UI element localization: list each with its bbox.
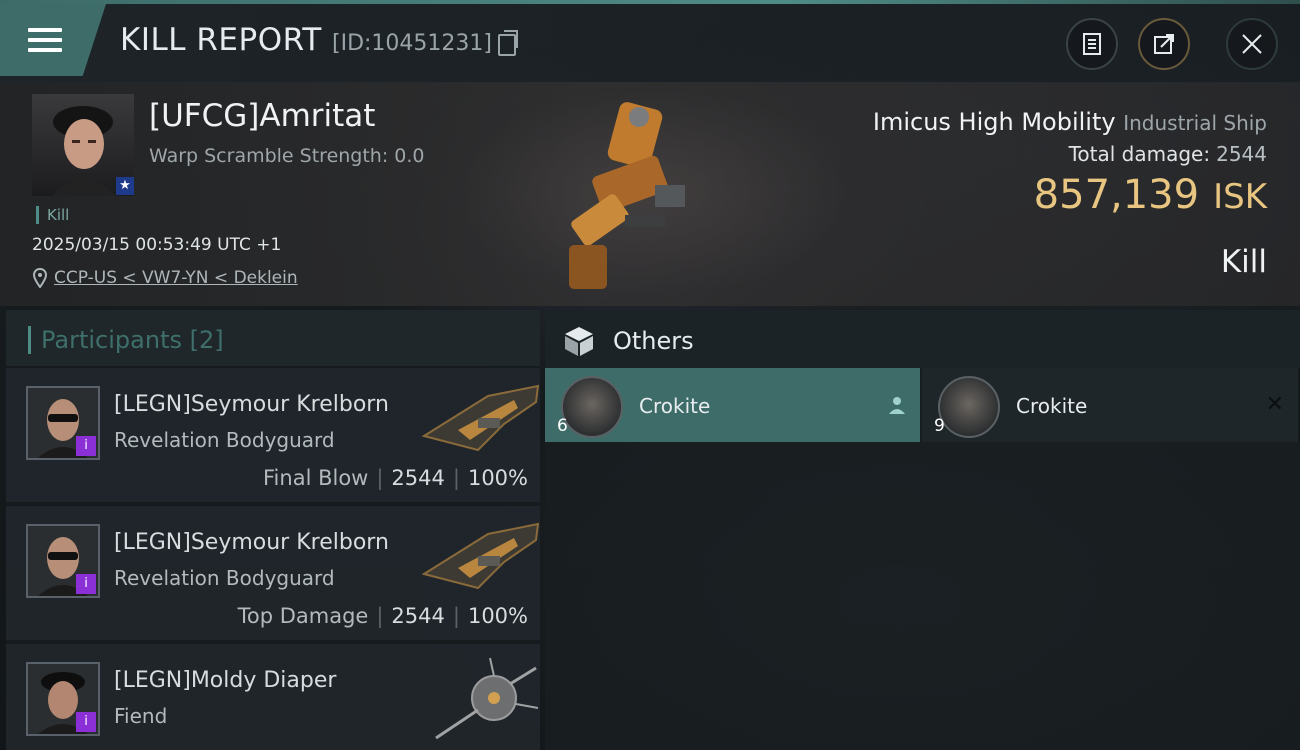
- participant-ship-icon: [435, 657, 539, 740]
- star-icon: ★: [116, 177, 134, 195]
- report-id: [ID:10451231]: [332, 31, 492, 56]
- participant-ship: Revelation Bodyguard: [114, 428, 335, 452]
- document-button[interactable]: [1066, 18, 1118, 70]
- isk-amount: 857,139: [1033, 172, 1200, 218]
- pilot-badge-icon: i: [76, 712, 96, 732]
- divider: |: [376, 466, 384, 490]
- others-body: [545, 442, 1300, 750]
- pilot-badge-icon: i: [76, 436, 96, 456]
- warp-scramble-strength: Warp Scramble Strength: 0.0: [149, 145, 425, 167]
- participant-role: Final Blow: [263, 466, 369, 490]
- kill-tag: Kill: [36, 206, 69, 224]
- divider: |: [452, 466, 460, 490]
- participant-damage: 2544: [391, 604, 445, 628]
- participant-row[interactable]: i [LEGN]Seymour Krelborn Revelation Body…: [6, 368, 540, 504]
- cube-icon: [565, 327, 593, 356]
- ship-class-label: Industrial Ship: [1123, 111, 1267, 135]
- victim-ship-image: [569, 102, 685, 289]
- total-damage-value: 2544: [1216, 142, 1267, 166]
- crokite-icon: [938, 376, 1000, 438]
- share-button[interactable]: [1138, 18, 1190, 70]
- participant-ship: Revelation Bodyguard: [114, 566, 335, 590]
- document-icon: [1083, 33, 1101, 55]
- total-damage: Total damage: 2544: [1069, 142, 1267, 166]
- divider: |: [452, 604, 460, 628]
- isk-unit: ISK: [1213, 177, 1267, 217]
- timestamp: 2025/03/15 00:53:49 UTC +1: [32, 235, 282, 255]
- close-icon: [1242, 34, 1262, 54]
- participants-title: Participants [2]: [28, 326, 224, 354]
- ship-name: Imicus High Mobility Industrial Ship: [873, 108, 1267, 136]
- participant-percent: 100%: [467, 466, 528, 490]
- page-title: KILL REPORT: [120, 22, 322, 58]
- crokite-icon: [561, 376, 623, 438]
- copy-icon[interactable]: [498, 30, 518, 56]
- participant-row[interactable]: i [LEGN]Moldy Diaper Fiend: [6, 644, 540, 750]
- participant-ship: Fiend: [114, 704, 168, 728]
- participant-row[interactable]: i [LEGN]Seymour Krelborn Revelation Body…: [6, 506, 540, 642]
- divider: |: [376, 604, 384, 628]
- participant-ship-icon: [421, 384, 540, 452]
- location-pin-icon: [33, 268, 47, 288]
- participant-name: [LEGN]Moldy Diaper: [114, 668, 337, 693]
- item-quantity: 6: [557, 416, 568, 436]
- item-quantity: 9: [934, 416, 945, 436]
- ship-name-label: Imicus High Mobility: [872, 108, 1116, 136]
- result-label: Kill: [1220, 244, 1267, 280]
- participant-stats: Final Blow | 2544 | 100%: [263, 466, 528, 490]
- item-name: Crokite: [639, 394, 711, 418]
- location-link[interactable]: CCP-US < VW7-YN < Deklein: [54, 268, 298, 288]
- victim-name[interactable]: [UFCG]Amritat: [149, 98, 375, 134]
- participant-role: Top Damage: [237, 604, 369, 628]
- participant-name: [LEGN]Seymour Krelborn: [114, 392, 389, 417]
- close-button[interactable]: [1226, 18, 1278, 70]
- pilot-badge-icon: i: [76, 574, 96, 594]
- item-slot[interactable]: 6 Crokite: [545, 368, 920, 442]
- destroyed-x-icon: ✕: [1265, 392, 1284, 417]
- participant-stats: Top Damage | 2544 | 100%: [238, 604, 528, 628]
- participant-percent: 100%: [467, 604, 528, 628]
- participant-damage: 2544: [391, 466, 445, 490]
- others-title: Others: [613, 327, 694, 355]
- participant-ship-icon: [421, 522, 540, 590]
- share-icon: [1154, 34, 1174, 54]
- person-icon: [889, 397, 905, 414]
- isk-value: 857,139 ISK: [1034, 172, 1267, 218]
- item-slot[interactable]: 9 Crokite ✕: [922, 368, 1298, 442]
- total-damage-label: Total damage:: [1068, 142, 1211, 166]
- participant-name: [LEGN]Seymour Krelborn: [114, 530, 389, 555]
- item-name: Crokite: [1016, 394, 1088, 418]
